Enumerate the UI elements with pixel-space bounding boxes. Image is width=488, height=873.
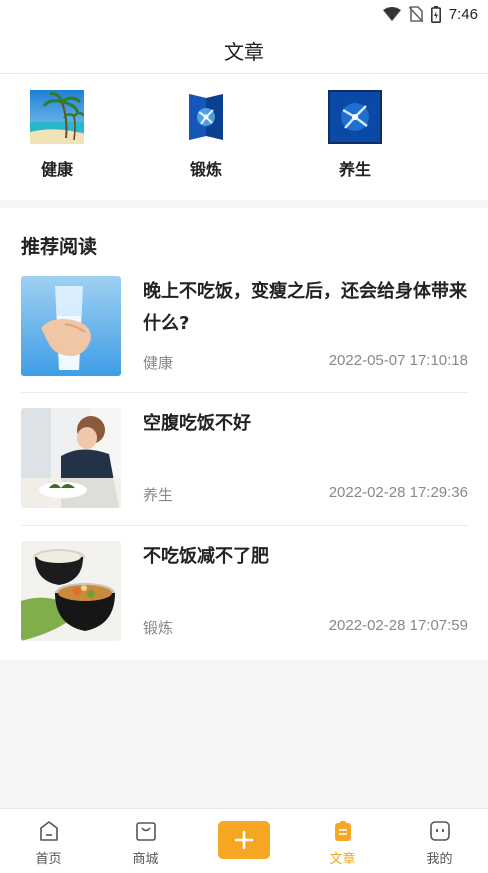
profile-icon — [429, 821, 450, 841]
status-bar: 7:46 — [0, 0, 488, 28]
plus-icon — [234, 830, 254, 850]
article-category: 健康 — [143, 354, 174, 372]
tab-home[interactable]: 首页 — [0, 809, 97, 873]
glass-of-water-photo — [21, 276, 121, 376]
article-category: 锻炼 — [143, 619, 174, 637]
no-sim-icon — [408, 6, 423, 22]
bottom-tab-bar: 首页 商城 文章 我的 — [0, 808, 488, 873]
article-date: 2022-05-07 17:10:18 — [328, 352, 468, 369]
article-date: 2022-02-28 17:07:59 — [328, 617, 468, 634]
tab-label: 商城 — [132, 852, 159, 867]
article-title: 晚上不吃饭，变瘦之后，还会给身体带来什么? — [143, 281, 467, 334]
tab-articles[interactable]: 文章 — [294, 809, 391, 873]
article-icon — [334, 821, 351, 841]
tab-shop[interactable]: 商城 — [97, 809, 194, 873]
woman-at-table-photo — [21, 408, 121, 508]
tab-label: 文章 — [329, 852, 356, 867]
category-health[interactable]: 健康 — [7, 90, 107, 190]
status-time: 7:46 — [448, 5, 478, 23]
category-wellness[interactable]: 养生 — [305, 90, 405, 190]
battery-icon — [430, 5, 441, 23]
article-item[interactable]: 不吃饭减不了肥 锻炼 2022-02-28 17:07:59 — [0, 541, 488, 674]
article-item[interactable]: 空腹吃饭不好 养生 2022-02-28 17:29:36 — [0, 408, 488, 541]
tab-profile[interactable]: 我的 — [391, 809, 488, 873]
tab-label: 我的 — [426, 852, 453, 867]
article-item[interactable]: 晚上不吃饭，变瘦之后，还会给身体带来什么? 健康 2022-05-07 17:1… — [0, 276, 488, 409]
soup-bowls-photo — [21, 541, 121, 641]
blue-bird-photo — [328, 90, 382, 144]
blue-bird-photo — [179, 90, 233, 144]
section-title: 推荐阅读 — [21, 236, 98, 258]
category-label: 健康 — [40, 160, 73, 179]
article-title: 不吃饭减不了肥 — [143, 546, 269, 567]
article-category: 养生 — [143, 486, 174, 504]
category-row: 健康 锻炼 养生 — [0, 74, 488, 200]
page-title: 文章 — [224, 40, 264, 64]
home-icon — [39, 821, 58, 841]
category-label: 养生 — [338, 160, 371, 179]
page-header: 文章 — [0, 28, 488, 74]
article-title: 空腹吃饭不好 — [143, 413, 251, 434]
category-exercise[interactable]: 锻炼 — [156, 90, 256, 190]
category-label: 锻炼 — [189, 160, 222, 179]
tab-label: 首页 — [35, 852, 62, 867]
beach-photo — [30, 90, 84, 144]
article-date: 2022-02-28 17:29:36 — [328, 484, 468, 501]
divider — [21, 525, 468, 526]
add-button[interactable] — [218, 821, 270, 859]
wifi-icon — [382, 7, 401, 21]
shop-icon — [135, 822, 156, 841]
recommended-section: 推荐阅读 晚上不吃饭，变瘦之后，还会给身体带来什么? 健康 2022-05-07… — [0, 208, 488, 660]
divider — [21, 392, 468, 393]
status-icons: 7:46 — [382, 4, 478, 24]
